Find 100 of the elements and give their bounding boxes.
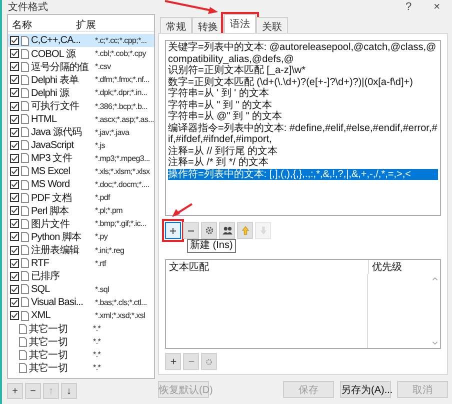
remove-button[interactable]	[183, 222, 199, 239]
help-button[interactable]: ?	[399, 1, 418, 13]
file-type-row[interactable]: 其它一切 *.*	[8, 322, 154, 336]
syntax-rule[interactable]: 字符串=从 " 到 " 的文本	[168, 100, 438, 111]
file-type-row[interactable]: XML *.xml;*.xsd;*.xsl	[8, 308, 154, 322]
list-button[interactable]: +	[7, 383, 23, 399]
checkbox[interactable]	[10, 180, 19, 190]
document-icon	[21, 74, 29, 85]
list-button[interactable]: −	[25, 383, 41, 399]
close-button[interactable]: ×	[418, 1, 446, 13]
file-extensions: *.c;*.cc;*.cpp;*...	[94, 36, 147, 46]
file-type-row[interactable]: JavaScript *.js	[8, 138, 154, 152]
add-button[interactable]	[165, 222, 181, 239]
file-type-name: MS Word	[31, 179, 71, 190]
file-type-row[interactable]: 其它一切 *.*	[8, 348, 154, 362]
checkbox[interactable]	[10, 311, 19, 320]
column-header[interactable]: 优先级	[369, 260, 440, 274]
syntax-rule[interactable]: 注释=从 // 到行尾 的文本	[168, 146, 438, 157]
checkbox[interactable]	[10, 114, 19, 124]
file-type-row[interactable]: SQL *.sql	[8, 282, 154, 296]
checkbox[interactable]	[10, 36, 19, 46]
file-type-name: Delphi 表单	[31, 74, 80, 87]
syntax-rule[interactable]: 字符串=从 ' 到 ' 的文本	[168, 88, 438, 100]
tab[interactable]: 语法	[224, 14, 256, 33]
file-type-row[interactable]: Visual Basi... *.bas;*.cls;*.ctl...	[8, 296, 154, 309]
file-type-row[interactable]: HTML *.ascx;*.asp;*.as...	[8, 112, 154, 126]
file-type-row[interactable]: RTF *.rtf	[8, 256, 154, 270]
file-type-row[interactable]: MP3 文件 *.mp3;*.mpeg3...	[8, 152, 154, 165]
file-extensions: *.bmp;*.gif;*.ic...	[94, 219, 146, 228]
document-icon	[21, 192, 29, 203]
file-extensions: *.py	[94, 232, 108, 242]
list-button[interactable]: ↓	[61, 383, 77, 399]
file-extensions: *.pdf	[94, 193, 110, 202]
file-type-row[interactable]: 已排序	[8, 270, 154, 283]
file-type-name: XML	[31, 310, 52, 322]
checkbox[interactable]	[10, 75, 19, 84]
syntax-rule[interactable]: 注释=从 /* 到 */ 的文本	[168, 157, 438, 168]
checkbox[interactable]	[10, 246, 19, 255]
document-icon	[21, 232, 29, 242]
column-header[interactable]: 扩展	[74, 18, 96, 32]
tab[interactable]: 转换	[192, 17, 224, 33]
syntax-rule[interactable]: 关键字=列表中的文本: @autoreleasepool,@catch,@class,@compatibility_alias,@defs,@	[168, 42, 438, 65]
file-type-row[interactable]: Java 源代码 *.jav;*.java	[8, 126, 154, 139]
people-icon	[222, 226, 232, 235]
checkbox[interactable]	[10, 284, 19, 294]
file-type-row[interactable]: 逗号分隔的值 *.csv	[8, 60, 154, 74]
checkbox[interactable]	[10, 219, 19, 228]
file-extensions: *.*	[92, 350, 101, 360]
file-type-row[interactable]: 其它一切 *.*	[8, 335, 154, 348]
file-type-row[interactable]: MS Word *.doc;*.docm;*....	[8, 178, 154, 192]
file-type-row[interactable]: MS Excel *.xls;*.xlsm;*.xlsx	[8, 164, 154, 178]
checkbox[interactable]	[10, 140, 19, 150]
checkbox[interactable]	[10, 88, 19, 98]
checkbox[interactable]	[10, 298, 19, 307]
checkbox[interactable]	[10, 272, 19, 281]
document-icon	[21, 153, 29, 164]
tab[interactable]: 关联	[256, 17, 288, 33]
dialog-button[interactable]: 另存为(A)...	[340, 381, 391, 398]
syntax-rule[interactable]: 编译器指令=列表中的文本: #define,#elif,#else,#endif,#error,#if,#ifdef,#ifndef,#import,	[168, 122, 438, 146]
document-icon	[21, 245, 29, 256]
tooltip: 新建 (Ins)	[187, 239, 236, 253]
file-type-row[interactable]: PDF 文档 *.pdf	[8, 191, 154, 204]
document-icon	[21, 127, 29, 138]
checkbox[interactable]	[10, 193, 19, 202]
checkbox[interactable]	[10, 128, 19, 137]
file-type-row[interactable]: 图片文件 *.bmp;*.gif;*.ic...	[8, 217, 154, 230]
file-type-row[interactable]: COBOL 源 *.cbl;*.cob;*.cpy	[8, 47, 154, 60]
file-type-name: 其它一切	[29, 336, 68, 349]
file-type-row[interactable]: Delphi 源 *.dpk;*.dpr;*.in...	[8, 86, 154, 100]
file-extensions: *.csv	[94, 62, 111, 72]
file-type-row[interactable]: 注册表编辑 *.ini;*.reg	[8, 244, 154, 257]
file-type-name: MS Excel	[31, 166, 72, 177]
file-type-row[interactable]: 其它一切 *.*	[8, 361, 154, 374]
tab[interactable]: 常规	[160, 17, 192, 33]
checkbox[interactable]	[10, 206, 19, 216]
syntax-rule[interactable]: 数字=正则文本匹配 (\d+(\.\d+)?(e[+-]?\d+)?)|(0x[a-f\d]+)	[168, 76, 438, 88]
checkbox[interactable]	[10, 258, 19, 268]
syntax-rule[interactable]: 字符串=从 @" 到 " 的文本	[168, 111, 438, 122]
file-type-row[interactable]: Perl 脚本 *.pl;*.pm	[8, 204, 154, 218]
file-extensions: *.rtf	[94, 258, 106, 268]
checkbox[interactable]	[10, 232, 19, 242]
file-extensions: *.xml;*.xsd;*.xsl	[94, 311, 146, 320]
file-type-row[interactable]: Delphi 表单 *.dfm;*.fmx;*.nf...	[8, 73, 154, 86]
checkbox[interactable]	[10, 62, 19, 72]
caret-up-icon[interactable]	[432, 277, 438, 281]
file-type-row[interactable]: C,C++,CA... *.c;*.cc;*.cpp;*...	[8, 34, 154, 48]
column-header[interactable]: 文本匹配	[166, 260, 369, 274]
syntax-rule[interactable]: 识别符=正则文本匹配 [_a-z]\w*	[168, 65, 438, 76]
checkbox[interactable]	[10, 166, 19, 176]
file-type-name: PDF 文档	[31, 192, 72, 205]
file-type-row[interactable]: 可执行文件 *.386;*.bcp;*.b...	[8, 99, 154, 113]
users-button[interactable]	[219, 222, 235, 239]
column-header[interactable]: 名称	[8, 18, 74, 32]
checkbox[interactable]	[10, 49, 19, 58]
caret-down-icon[interactable]	[432, 341, 438, 345]
checkbox[interactable]	[10, 154, 19, 163]
file-type-row[interactable]: Python 脚本 *.py	[8, 230, 154, 244]
checkbox[interactable]	[10, 102, 19, 111]
settings-button[interactable]	[201, 222, 217, 239]
document-icon	[19, 336, 27, 347]
